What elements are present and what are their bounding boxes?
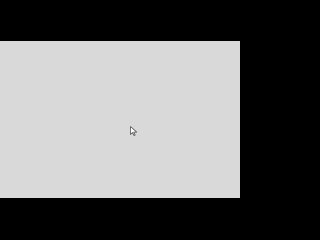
letterbox-top	[0, 0, 240, 41]
blank-desktop-area[interactable]	[0, 41, 240, 198]
letterbox-bottom	[0, 198, 240, 240]
screen	[0, 0, 240, 240]
